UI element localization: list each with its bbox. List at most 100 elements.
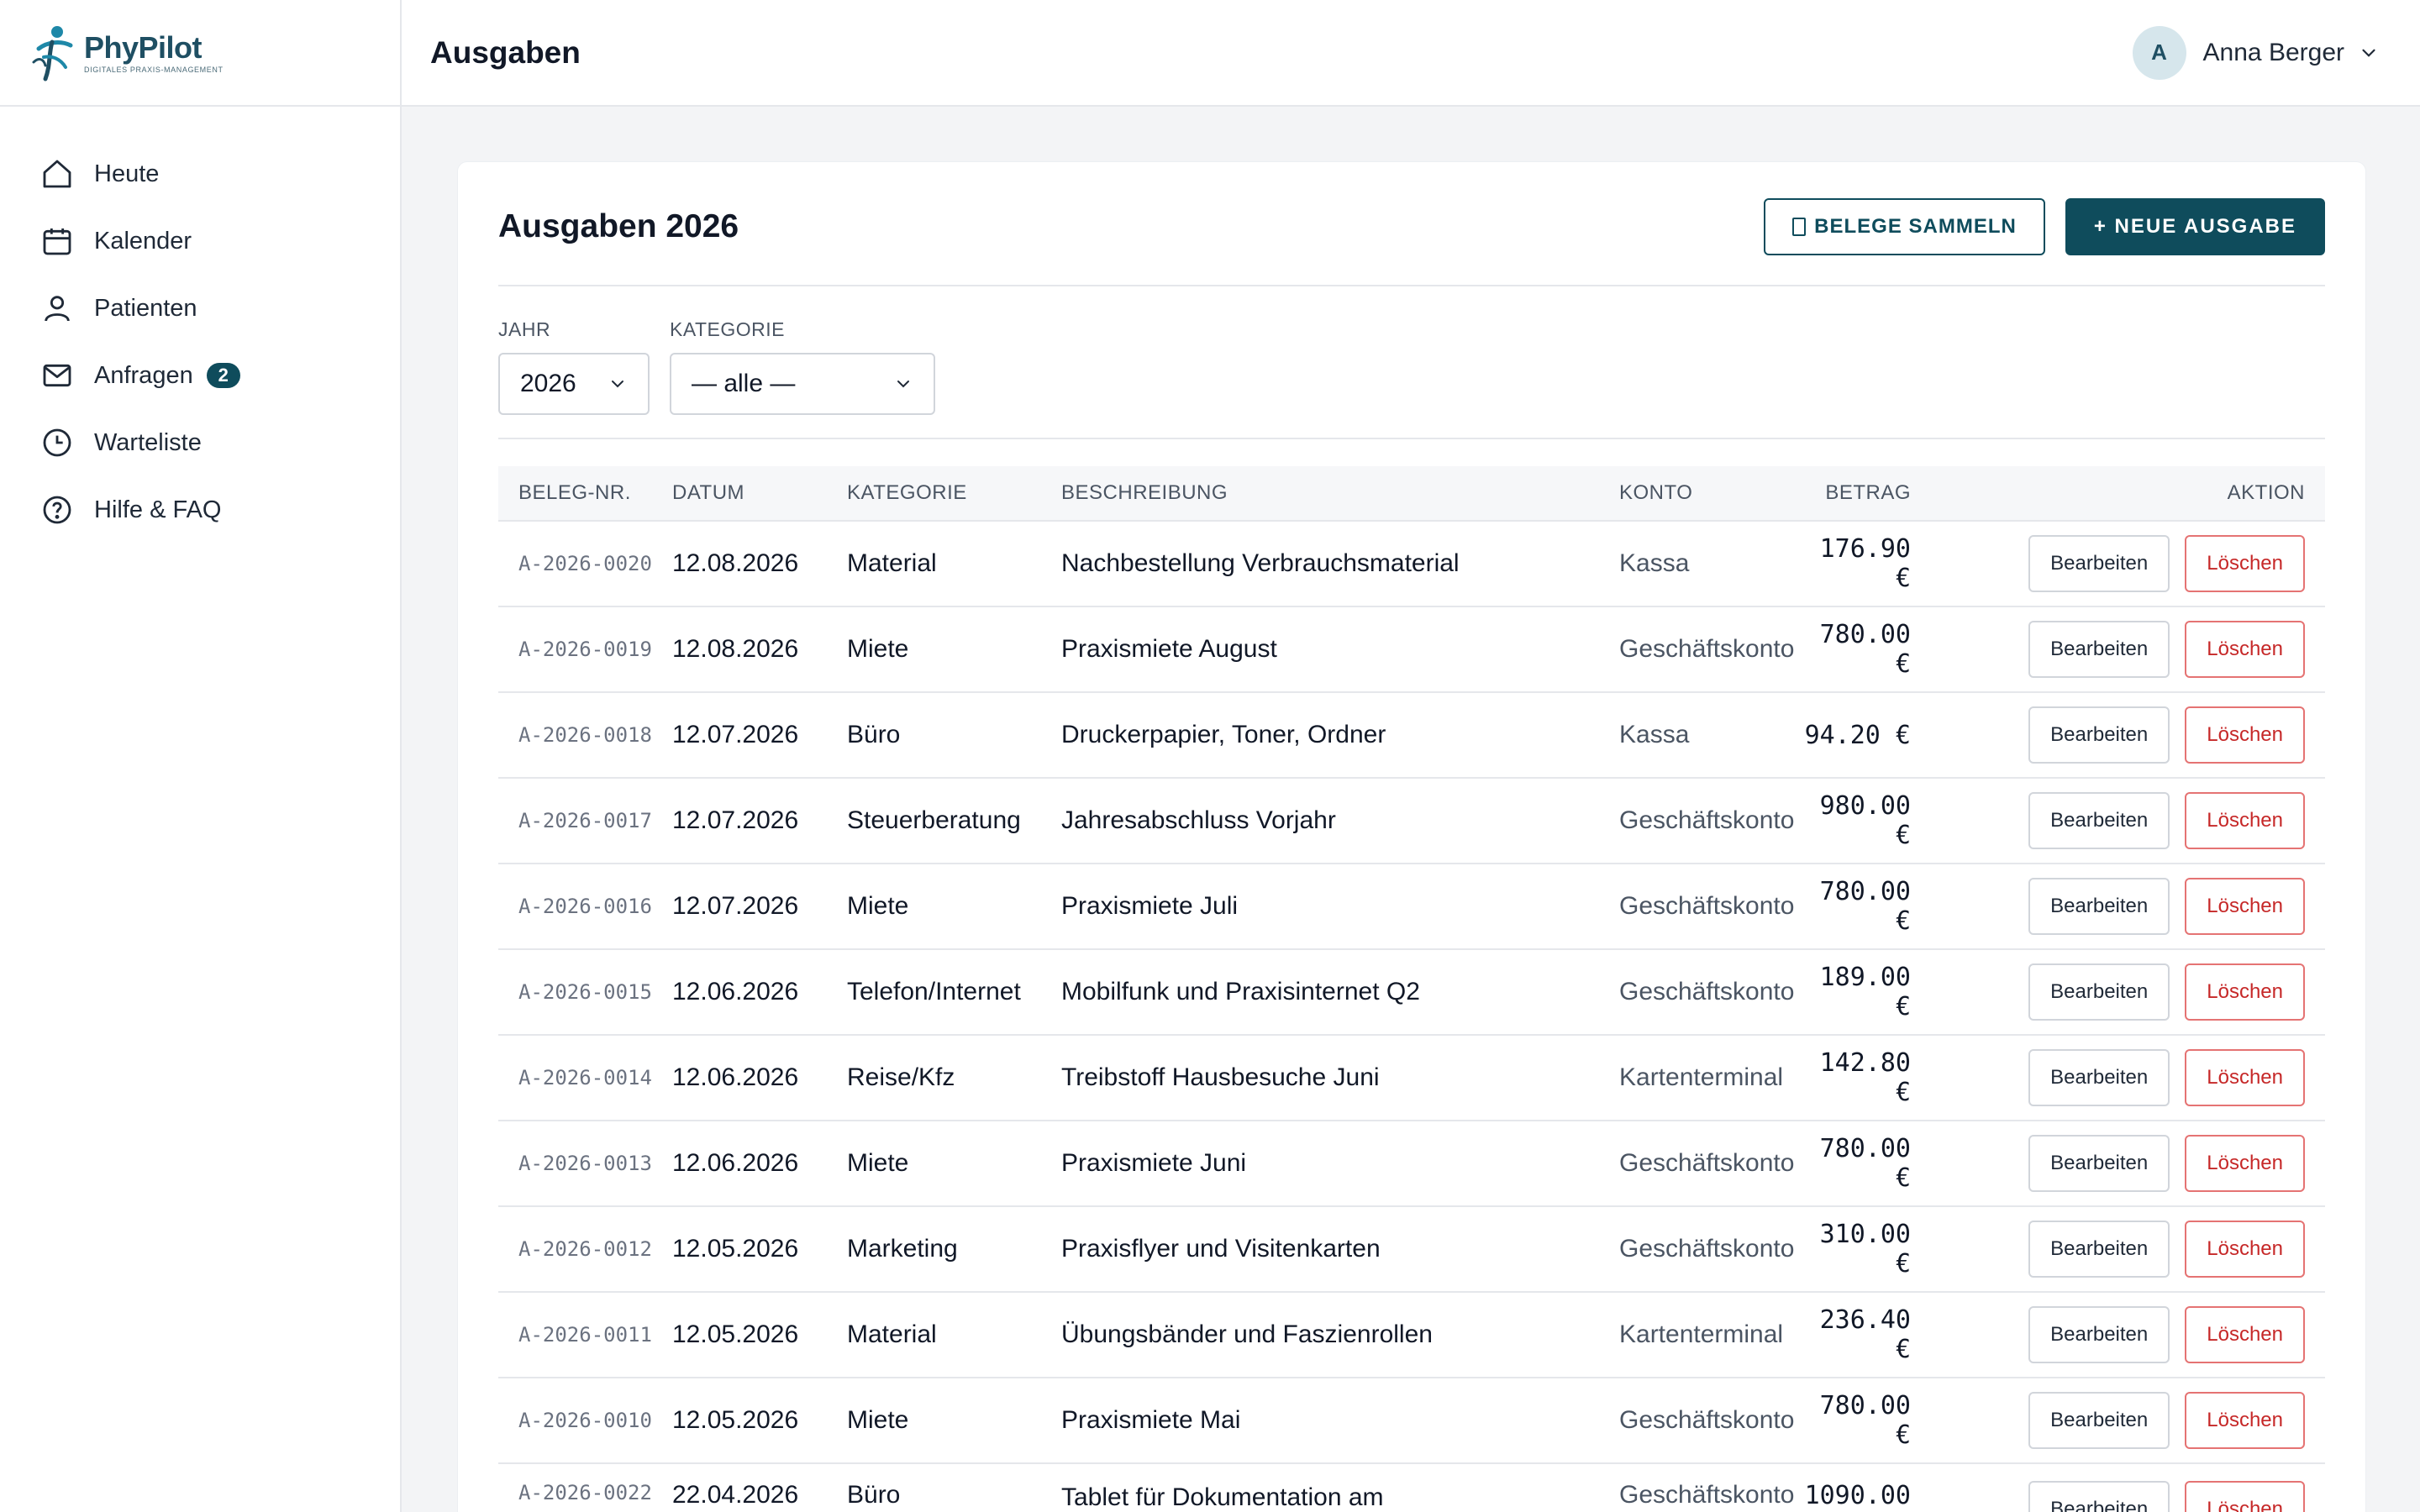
expense-date: 12.07.2026 bbox=[672, 806, 799, 834]
receipt-number: A-2026-0012 bbox=[518, 1237, 652, 1261]
collect-receipts-label: BELEGE SAMMELN bbox=[1814, 215, 2017, 238]
col-header-amount[interactable]: BETRAG bbox=[1804, 481, 1911, 505]
row-actions: Bearbeiten Löschen bbox=[1911, 1481, 2325, 1512]
delete-button[interactable]: Löschen bbox=[2185, 792, 2305, 849]
delete-button[interactable]: Löschen bbox=[2185, 1481, 2305, 1512]
sidebar-item-kalender[interactable]: Kalender bbox=[0, 207, 400, 275]
collect-receipts-button[interactable]: BELEGE SAMMELN bbox=[1764, 198, 2045, 255]
chevron-down-icon bbox=[612, 381, 623, 388]
delete-button[interactable]: Löschen bbox=[2185, 1221, 2305, 1278]
row-actions: Bearbeiten Löschen bbox=[1911, 1049, 2325, 1106]
brand-name: PhyPilot bbox=[84, 29, 203, 65]
sidebar-item-label: Hilfe & FAQ bbox=[94, 496, 222, 523]
edit-button[interactable]: Bearbeiten bbox=[2028, 1392, 2170, 1449]
col-header-action-label: AKTION bbox=[2227, 481, 2305, 504]
edit-button[interactable]: Bearbeiten bbox=[2028, 1306, 2170, 1363]
edit-button[interactable]: Bearbeiten bbox=[2028, 706, 2170, 764]
card-title: Ausgaben 2026 bbox=[498, 208, 739, 244]
table-row: A-2026-0017 12.07.2026 Steuerberatung Ja… bbox=[498, 779, 2325, 864]
table-row: A-2026-0014 12.06.2026 Reise/Kfz Treibst… bbox=[498, 1036, 2325, 1121]
expense-date: 22.04.2026 bbox=[672, 1481, 799, 1509]
expense-amount: 780.00 € bbox=[1819, 1134, 1911, 1193]
logo-icon bbox=[32, 25, 73, 81]
receipt-number: A-2026-0020 bbox=[518, 552, 652, 575]
col-header-date[interactable]: DATUM bbox=[672, 481, 847, 505]
expense-description: Mobilfunk und Praxisinternet Q2 bbox=[1061, 978, 1420, 1005]
sidebar-item-label: Heute bbox=[94, 160, 160, 187]
delete-button[interactable]: Löschen bbox=[2185, 621, 2305, 678]
table-body: A-2026-0020 12.08.2026 Material Nachbest… bbox=[498, 522, 2325, 1512]
edit-button[interactable]: Bearbeiten bbox=[2028, 1221, 2170, 1278]
receipt-icon bbox=[1792, 218, 1807, 236]
col-header-description[interactable]: BESCHREIBUNG bbox=[1061, 481, 1619, 505]
sidebar-item-patienten[interactable]: Patienten bbox=[0, 275, 400, 342]
card-header: Ausgaben 2026 BELEGE SAMMELN + NEUE AUSG… bbox=[498, 162, 2325, 286]
sidebar-item-heute[interactable]: Heute bbox=[0, 140, 400, 207]
delete-button[interactable]: Löschen bbox=[2185, 1135, 2305, 1192]
table-row: A-2026-0012 12.05.2026 Marketing Praxisf… bbox=[498, 1207, 2325, 1293]
delete-button[interactable]: Löschen bbox=[2185, 963, 2305, 1021]
edit-button[interactable]: Bearbeiten bbox=[2028, 878, 2170, 935]
brand-logo[interactable]: PhyPilot DIGITALES PRAXIS-MANAGEMENT bbox=[0, 0, 400, 107]
expenses-card: Ausgaben 2026 BELEGE SAMMELN + NEUE AUSG… bbox=[457, 161, 2366, 1512]
receipt-number: A-2026-0015 bbox=[518, 980, 652, 1004]
row-actions: Bearbeiten Löschen bbox=[1911, 1392, 2325, 1449]
delete-button[interactable]: Löschen bbox=[2185, 1049, 2305, 1106]
edit-button[interactable]: Bearbeiten bbox=[2028, 1049, 2170, 1106]
edit-button[interactable]: Bearbeiten bbox=[2028, 621, 2170, 678]
expense-description: Praxisflyer und Visitenkarten bbox=[1061, 1235, 1381, 1263]
new-expense-button[interactable]: + NEUE AUSGABE bbox=[2065, 198, 2325, 255]
sidebar-nav: Heute Kalender Patienten Anfragen 2 Wart… bbox=[0, 107, 400, 543]
edit-button[interactable]: Bearbeiten bbox=[2028, 963, 2170, 1021]
col-header-account[interactable]: KONTO bbox=[1619, 481, 1804, 505]
receipt-number: A-2026-0011 bbox=[518, 1323, 652, 1347]
edit-button[interactable]: Bearbeiten bbox=[2028, 535, 2170, 592]
row-actions: Bearbeiten Löschen bbox=[1911, 1135, 2325, 1192]
sidebar-item-warteliste[interactable]: Warteliste bbox=[0, 409, 400, 476]
expense-category: Material bbox=[847, 1320, 937, 1348]
receipt-number: A-2026-0018 bbox=[518, 723, 652, 747]
expense-amount: 94.20 € bbox=[1804, 720, 1911, 750]
row-actions: Bearbeiten Löschen bbox=[1911, 878, 2325, 935]
expense-category: Büro bbox=[847, 1481, 901, 1509]
expense-date: 12.06.2026 bbox=[672, 1063, 799, 1091]
delete-button[interactable]: Löschen bbox=[2185, 878, 2305, 935]
expense-description: Treibstoff Hausbesuche Juni bbox=[1061, 1063, 1380, 1091]
edit-button[interactable]: Bearbeiten bbox=[2028, 792, 2170, 849]
sidebar-item-hilfe[interactable]: Hilfe & FAQ bbox=[0, 476, 400, 543]
expense-date: 12.05.2026 bbox=[672, 1235, 799, 1263]
topbar: Ausgaben A Anna Berger bbox=[402, 0, 2420, 107]
row-actions: Bearbeiten Löschen bbox=[1911, 535, 2325, 592]
category-label: KATEGORIE bbox=[670, 318, 785, 340]
expense-account: Geschäftskonto bbox=[1619, 1235, 1795, 1263]
col-header-id[interactable]: BELEG-NR. bbox=[498, 481, 672, 505]
avatar: A bbox=[2132, 25, 2186, 80]
sidebar-item-label: Anfragen bbox=[94, 361, 193, 389]
clock-icon bbox=[40, 426, 74, 459]
sidebar-item-anfragen[interactable]: Anfragen 2 bbox=[0, 342, 400, 409]
col-header-category[interactable]: KATEGORIE bbox=[847, 481, 1061, 505]
mail-icon bbox=[40, 359, 74, 392]
chevron-down-icon bbox=[897, 381, 909, 388]
edit-button[interactable]: Bearbeiten bbox=[2028, 1481, 2170, 1512]
delete-button[interactable]: Löschen bbox=[2185, 706, 2305, 764]
sidebar: PhyPilot DIGITALES PRAXIS-MANAGEMENT Heu… bbox=[0, 0, 402, 1512]
receipt-number: A-2026-0022 bbox=[518, 1481, 652, 1504]
user-name: Anna Berger bbox=[2202, 38, 2344, 66]
category-select[interactable]: — alle — bbox=[670, 353, 935, 415]
table-row: A-2026-0015 12.06.2026 Telefon/Internet … bbox=[498, 950, 2325, 1036]
expense-amount: 1090.00 bbox=[1804, 1481, 1911, 1510]
expense-category: Telefon/Internet bbox=[847, 978, 1021, 1005]
year-select[interactable]: 2026 bbox=[498, 353, 650, 415]
expense-category: Miete bbox=[847, 635, 909, 663]
table-header: BELEG-NR. DATUM KATEGORIE BESCHREIBUNG K… bbox=[498, 466, 2325, 522]
edit-button[interactable]: Bearbeiten bbox=[2028, 1135, 2170, 1192]
expenses-table: BELEG-NR. DATUM KATEGORIE BESCHREIBUNG K… bbox=[498, 466, 2325, 1512]
delete-button[interactable]: Löschen bbox=[2185, 1392, 2305, 1449]
receipt-number: A-2026-0017 bbox=[518, 809, 652, 832]
user-menu[interactable]: A Anna Berger bbox=[2132, 25, 2380, 80]
delete-button[interactable]: Löschen bbox=[2185, 1306, 2305, 1363]
delete-button[interactable]: Löschen bbox=[2185, 535, 2305, 592]
expense-description: Übungsbänder und Faszienrollen bbox=[1061, 1320, 1433, 1348]
expense-amount: 310.00 € bbox=[1819, 1220, 1911, 1278]
